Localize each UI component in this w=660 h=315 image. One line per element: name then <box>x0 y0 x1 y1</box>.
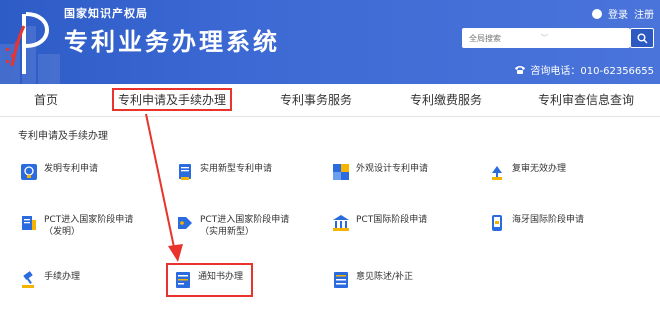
phone-doc-icon <box>492 215 502 231</box>
lightbulb-gear-icon <box>21 164 37 180</box>
service-label: 海牙国际阶段申请 <box>512 215 585 225</box>
service-utility-model[interactable]: 实用新型专利申请 <box>176 163 272 181</box>
hotline: 咨询电话：010-62356655 <box>514 62 654 77</box>
system-title: 专利业务办理系统 <box>64 28 280 56</box>
main-nav: 首页 专利申请及手续办理 专利事务服务 专利缴费服务 专利审查信息查询 <box>0 84 660 117</box>
service-pct-national-invention[interactable]: PCT进入国家阶段申请 （发明） <box>20 214 133 238</box>
service-label: 发明专利申请 <box>44 164 99 174</box>
agency-name: 国家知识产权局 <box>64 7 148 20</box>
gavel-icon <box>22 271 34 288</box>
service-label: PCT进入国家阶段申请 （发明） <box>44 215 134 237</box>
register-link[interactable]: 注册 <box>634 6 654 21</box>
cnipa-logo-icon <box>6 12 49 74</box>
user-icon <box>592 8 602 19</box>
account-links: 登录 注册 <box>592 6 654 21</box>
hotline-text: 咨询电话：010-62356655 <box>530 66 654 77</box>
puzzle-icon <box>333 164 349 180</box>
building-icon <box>333 215 349 231</box>
lamp-icon <box>492 166 502 180</box>
service-label: PCT国际阶段申请 <box>356 215 428 225</box>
site-header: 国家知识产权局 专利业务办理系统 登录 注册 ﹀ 咨询电话：010-623566… <box>0 0 660 84</box>
nav-patent-fees[interactable]: 专利缴费服务 <box>410 91 482 108</box>
nav-home[interactable]: 首页 <box>34 91 58 108</box>
service-design-patent[interactable]: 外观设计专利申请 <box>332 163 428 181</box>
global-search-box: ﹀ <box>462 28 630 48</box>
phone-icon <box>515 66 526 74</box>
service-label: 通知书办理 <box>198 272 244 282</box>
section-title: 专利申请及手续办理 <box>18 131 108 142</box>
service-pct-international[interactable]: PCT国际阶段申请 <box>332 214 427 232</box>
nav-patent-query[interactable]: 专利审查信息查询 <box>538 91 634 108</box>
service-label: 手续办理 <box>44 272 81 282</box>
service-notice-handling[interactable]: 通知书办理 <box>166 263 254 297</box>
pct-book-icon <box>22 216 36 230</box>
service-procedures[interactable]: 手续办理 <box>20 271 80 289</box>
nav-patent-application[interactable]: 专利申请及手续办理 <box>112 88 233 111</box>
document-icon <box>179 164 191 180</box>
pct-tag-icon <box>178 217 192 229</box>
login-link[interactable]: 登录 <box>608 6 628 21</box>
global-search-input[interactable] <box>469 33 539 43</box>
service-observations-correction[interactable]: 意见陈述/补正 <box>332 271 413 289</box>
form-doc-icon <box>334 272 348 288</box>
service-label: 外观设计专利申请 <box>356 164 429 174</box>
chevron-down-icon[interactable]: ﹀ <box>541 33 548 43</box>
search-button[interactable] <box>630 28 654 48</box>
service-label: 意见陈述/补正 <box>356 272 414 282</box>
service-invention-patent[interactable]: 发明专利申请 <box>20 163 98 181</box>
service-label: 复审无效办理 <box>512 164 567 174</box>
nav-patent-affairs[interactable]: 专利事务服务 <box>280 91 352 108</box>
service-hague-international[interactable]: 海牙国际阶段申请 <box>488 214 584 232</box>
service-reexamination[interactable]: 复审无效办理 <box>488 163 566 181</box>
search-icon <box>637 33 647 43</box>
service-label: PCT进入国家阶段申请 （实用新型） <box>200 215 290 237</box>
notice-doc-icon <box>176 272 190 288</box>
service-label: 实用新型专利申请 <box>200 164 273 174</box>
service-pct-national-utility[interactable]: PCT进入国家阶段申请 （实用新型） <box>176 214 289 238</box>
